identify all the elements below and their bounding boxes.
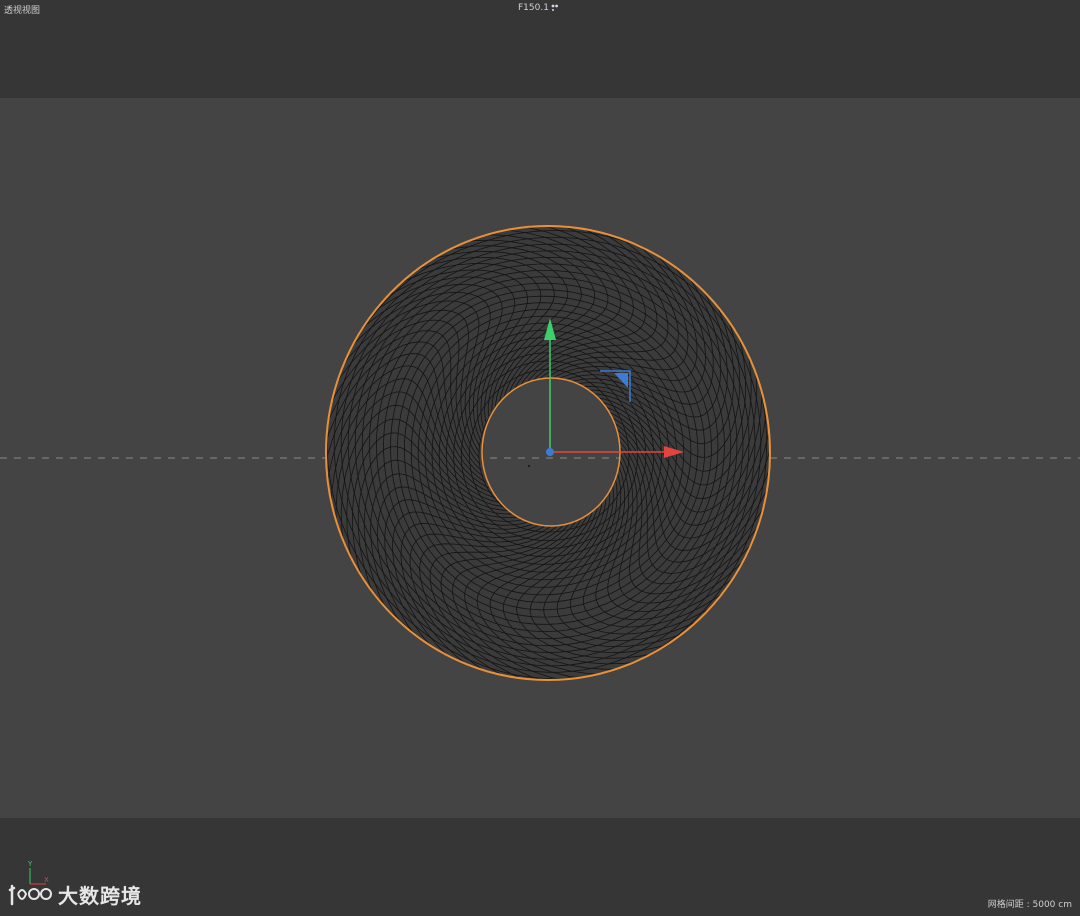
scene-canvas[interactable] [0,0,1080,916]
perspective-viewport[interactable]: 透视视图 F150.1 Y X 网格间距: 5000 cm 大数跨境 [0,0,1080,916]
axis-y-label: Y [27,860,33,868]
grid-spacing-label: 网格间距 : 5000 cm [987,900,1072,910]
watermark: 大数跨境 [8,880,142,909]
pivot-dot [528,465,530,467]
watermark-text: 大数跨境 [58,884,142,908]
watermark-logo-icon [8,884,52,905]
gizmo-center-handle[interactable] [546,448,554,456]
